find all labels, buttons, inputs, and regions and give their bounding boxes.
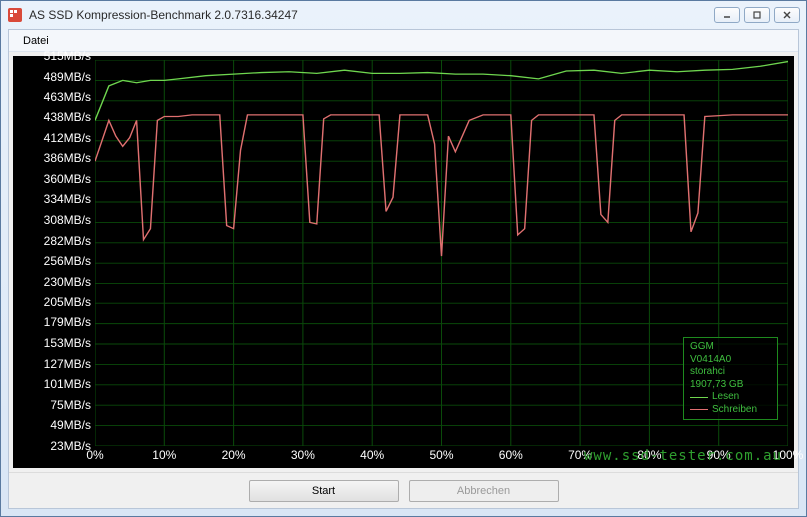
legend-write-label: Schreiben [712,404,757,417]
x-tick-label: 80% [637,448,661,462]
plot-area: GGM V0414A0 storahci 1907,73 GB Lesen Sc… [95,60,788,446]
y-tick-label: 49MB/s [50,418,91,432]
button-row: Start Abbrechen [9,472,798,508]
legend-line2: V0414A0 [690,354,771,367]
minimize-button[interactable] [714,7,740,23]
y-tick-label: 153MB/s [44,336,91,350]
y-tick-label: 360MB/s [44,172,91,186]
window-frame: AS SSD Kompression-Benchmark 2.0.7316.34… [0,0,807,517]
y-tick-label: 23MB/s [50,439,91,453]
y-tick-label: 308MB/s [44,213,91,227]
x-tick-label: 70% [568,448,592,462]
y-tick-label: 179MB/s [44,315,91,329]
y-tick-label: 515MB/s [44,49,91,63]
legend-write-swatch [690,409,708,410]
chart: 23MB/s 49MB/s 75MB/s 101MB/s 127MB/s 153MB/s 1… [13,56,794,468]
window-controls [714,7,800,23]
x-tick-label: 100% [773,448,804,462]
maximize-button[interactable] [744,7,770,23]
y-tick-label: 282MB/s [44,234,91,248]
x-axis: 0%10%20%30%40%50%60%70%80%90%100% [95,446,788,468]
menu-file[interactable]: Datei [15,33,57,49]
y-tick-label: 256MB/s [44,254,91,268]
legend-read-label: Lesen [712,391,739,404]
window-title: AS SSD Kompression-Benchmark 2.0.7316.34… [29,8,714,22]
app-icon [7,7,23,23]
y-tick-label: 75MB/s [50,398,91,412]
y-tick-label: 334MB/s [44,192,91,206]
client-area: Datei 23MB/s 49MB/s 75MB/s 101MB/s 127MB/s 15… [8,29,799,509]
legend-line3: storahci [690,366,771,379]
legend-line4: 1907,73 GB [690,379,771,392]
x-tick-label: 30% [291,448,315,462]
y-tick-label: 489MB/s [44,70,91,84]
legend-line1: GGM [690,341,771,354]
x-tick-label: 50% [429,448,453,462]
y-tick-label: 438MB/s [44,110,91,124]
x-tick-label: 40% [360,448,384,462]
x-tick-label: 90% [707,448,731,462]
y-tick-label: 230MB/s [44,275,91,289]
x-tick-label: 60% [499,448,523,462]
y-tick-label: 386MB/s [44,151,91,165]
y-axis: 23MB/s49MB/s75MB/s101MB/s127MB/s153MB/s1… [13,56,95,446]
x-tick-label: 10% [152,448,176,462]
x-tick-label: 20% [222,448,246,462]
start-button[interactable]: Start [249,480,399,502]
y-tick-label: 205MB/s [44,295,91,309]
titlebar[interactable]: AS SSD Kompression-Benchmark 2.0.7316.34… [1,1,806,29]
legend: GGM V0414A0 storahci 1907,73 GB Lesen Sc… [683,337,778,420]
legend-read-swatch [690,397,708,398]
y-tick-label: 127MB/s [44,357,91,371]
y-tick-label: 412MB/s [44,131,91,145]
x-tick-label: 0% [86,448,103,462]
close-button[interactable] [774,7,800,23]
y-tick-label: 463MB/s [44,90,91,104]
y-tick-label: 101MB/s [44,377,91,391]
cancel-button[interactable]: Abbrechen [409,480,559,502]
menubar: Datei [9,30,798,52]
